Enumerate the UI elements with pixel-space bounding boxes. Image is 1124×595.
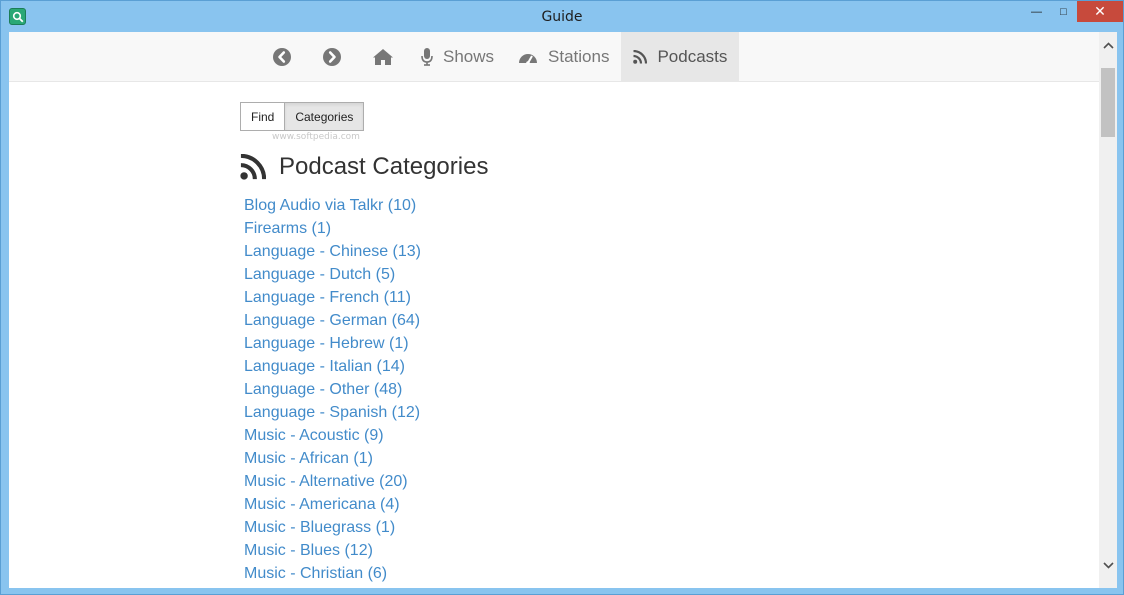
back-button[interactable] xyxy=(257,32,307,82)
category-link[interactable]: Language - Chinese (13) xyxy=(244,243,421,260)
page-heading: Podcast Categories xyxy=(240,152,940,182)
category-list: Blog Audio via Talkr (10) Firearms (1) Lan… xyxy=(240,194,940,585)
nav-shows[interactable]: Shows xyxy=(409,32,506,82)
category-link[interactable]: Music - Christian (6) xyxy=(244,565,387,582)
scroll-thumb[interactable] xyxy=(1101,68,1115,137)
microphone-icon xyxy=(421,48,433,66)
forward-button[interactable] xyxy=(307,32,357,82)
nav-items: Shows Stations Podcasts xyxy=(257,32,740,82)
client-area: Shows Stations Podcasts Find Categories … xyxy=(9,32,1117,588)
category-link[interactable]: Language - Italian (14) xyxy=(244,358,405,375)
app-window: Guide — □ ✕ Shows Stations Podcasts Find… xyxy=(0,0,1124,595)
list-item: Music - Bluegrass (1) xyxy=(244,516,940,539)
navbar: Shows Stations Podcasts xyxy=(9,32,1099,82)
vertical-scrollbar[interactable] xyxy=(1099,32,1117,588)
scroll-up-icon[interactable] xyxy=(1099,36,1117,54)
category-link[interactable]: Blog Audio via Talkr (10) xyxy=(244,197,416,214)
maximize-button[interactable]: □ xyxy=(1050,1,1077,22)
chevron-circle-left-icon xyxy=(272,47,292,67)
nav-podcasts-label: Podcasts xyxy=(657,47,728,66)
home-button[interactable] xyxy=(357,32,409,82)
nav-stations-label: Stations xyxy=(548,47,610,66)
list-item: Language - German (64) xyxy=(244,309,940,332)
rss-icon xyxy=(633,50,648,64)
find-button[interactable]: Find xyxy=(240,102,286,131)
category-link[interactable]: Language - Other (48) xyxy=(244,381,402,398)
category-link[interactable]: Language - Spanish (12) xyxy=(244,404,420,421)
category-link[interactable]: Music - Acoustic (9) xyxy=(244,427,384,444)
app-search-icon[interactable] xyxy=(9,8,26,25)
window-title: Guide xyxy=(541,8,583,25)
category-link[interactable]: Music - Blues (12) xyxy=(244,542,373,559)
nav-stations[interactable]: Stations xyxy=(506,32,621,82)
list-item: Music - Acoustic (9) xyxy=(244,424,940,447)
chevron-circle-right-icon xyxy=(322,47,342,67)
list-item: Language - French (11) xyxy=(244,286,940,309)
scroll-down-icon[interactable] xyxy=(1099,556,1117,574)
watermark: www.softpedia.com xyxy=(272,132,360,142)
view-toggle: Find Categories xyxy=(240,102,940,131)
category-link[interactable]: Language - French (11) xyxy=(244,289,411,306)
list-item: Language - Chinese (13) xyxy=(244,240,940,263)
category-link[interactable]: Music - Alternative (20) xyxy=(244,473,408,490)
list-item: Language - Dutch (5) xyxy=(244,263,940,286)
category-link[interactable]: Music - Bluegrass (1) xyxy=(244,519,395,536)
dashboard-icon xyxy=(518,49,538,65)
category-link[interactable]: Language - Hebrew (1) xyxy=(244,335,409,352)
page-title: Podcast Categories xyxy=(279,153,489,180)
list-item: Language - Other (48) xyxy=(244,378,940,401)
rss-icon xyxy=(240,154,266,180)
close-button[interactable]: ✕ xyxy=(1077,1,1123,22)
category-link[interactable]: Language - German (64) xyxy=(244,312,420,329)
category-link[interactable]: Music - Americana (4) xyxy=(244,496,400,513)
categories-button[interactable]: Categories xyxy=(285,102,365,131)
category-link[interactable]: Music - African (1) xyxy=(244,450,373,467)
window-controls: — □ ✕ xyxy=(1023,1,1123,22)
list-item: Language - Italian (14) xyxy=(244,355,940,378)
list-item: Blog Audio via Talkr (10) xyxy=(244,194,940,217)
list-item: Music - Alternative (20) xyxy=(244,470,940,493)
list-item: Language - Hebrew (1) xyxy=(244,332,940,355)
list-item: Firearms (1) xyxy=(244,217,940,240)
nav-shows-label: Shows xyxy=(443,47,495,66)
category-link[interactable]: Firearms (1) xyxy=(244,220,331,237)
main-content: Find Categories www.softpedia.com Podcas… xyxy=(240,102,940,585)
list-item: Music - Christian (6) xyxy=(244,562,940,585)
nav-podcasts[interactable]: Podcasts xyxy=(621,32,740,82)
home-icon xyxy=(372,48,394,66)
title-bar[interactable]: Guide — □ ✕ xyxy=(1,1,1123,32)
list-item: Language - Spanish (12) xyxy=(244,401,940,424)
minimize-button[interactable]: — xyxy=(1023,1,1050,22)
list-item: Music - Blues (12) xyxy=(244,539,940,562)
category-link[interactable]: Language - Dutch (5) xyxy=(244,266,395,283)
list-item: Music - African (1) xyxy=(244,447,940,470)
list-item: Music - Americana (4) xyxy=(244,493,940,516)
